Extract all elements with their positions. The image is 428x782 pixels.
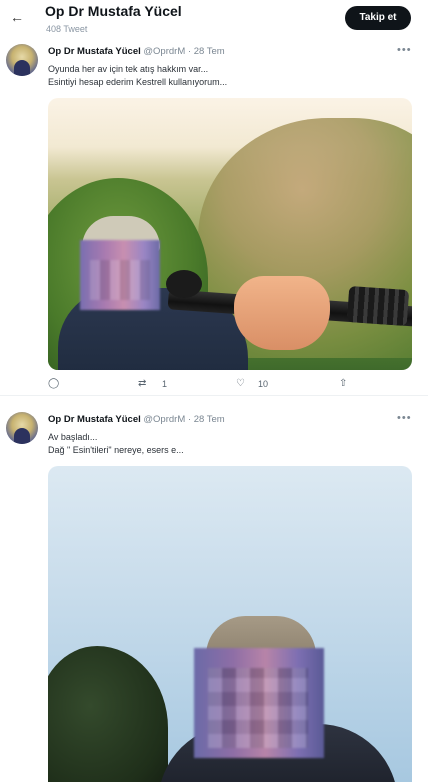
tweet-text-line: Oyunda her av için tek atış hakkım var..… (48, 64, 209, 74)
avatar[interactable] (6, 412, 38, 444)
pixelated-face (194, 648, 324, 758)
tweet-meta: Op Dr Mustafa Yücel @OprdrM · 28 Tem (48, 46, 225, 57)
profile-header: ← Op Dr Mustafa Yücel 408 Tweet Takip et (0, 0, 428, 42)
arrow-left-icon[interactable]: ← (8, 8, 26, 26)
avatar[interactable] (6, 44, 38, 76)
photo-hand (234, 276, 330, 350)
more-horizontal-icon[interactable]: ••• (397, 44, 412, 56)
photo-rifle-muzzle (346, 285, 410, 327)
tweet-date[interactable]: 28 Tem (194, 414, 225, 425)
tweet[interactable]: Op Dr Mustafa Yücel @OprdrM · 28 Tem •••… (0, 38, 428, 396)
follow-button[interactable]: Takip et (345, 6, 411, 30)
author-handle: @OprdrM (143, 414, 186, 425)
separator-dot: · (187, 414, 192, 425)
author-name[interactable]: Op Dr Mustafa Yücel (48, 46, 141, 57)
photo-scope (166, 270, 202, 298)
tweet-text: Av başladı... Dağ " Esin'tileri" nereye,… (48, 431, 184, 457)
tweet-meta: Op Dr Mustafa Yücel @OprdrM · 28 Tem (48, 414, 225, 425)
heart-icon[interactable]: ♡ (236, 378, 245, 389)
tweet[interactable]: Op Dr Mustafa Yücel @OprdrM · 28 Tem •••… (0, 402, 428, 782)
author-handle: @OprdrM (143, 46, 186, 57)
tweet-text-line: Dağ " Esin'tileri" nereye, esers e... (48, 445, 184, 455)
profile-name: Op Dr Mustafa Yücel (45, 3, 182, 19)
tweet-text-line: Esintiyi hesap ederim Kestrell kullanıyo… (48, 77, 228, 87)
retweet-icon[interactable]: ⇄ (138, 378, 146, 389)
tweet-count: 408 Tweet (46, 24, 88, 34)
tweet-actions: ◯ ⇄ 1 ♡ 10 ⇧ (0, 378, 428, 394)
tweet-photo[interactable] (48, 98, 412, 370)
author-name[interactable]: Op Dr Mustafa Yücel (48, 414, 141, 425)
like-count: 10 (258, 379, 269, 389)
retweet-count: 1 (162, 379, 168, 389)
tweet-text: Oyunda her av için tek atış hakkım var..… (48, 63, 227, 89)
tweet-text-line: Av başladı... (48, 432, 98, 442)
pixelated-face (80, 240, 160, 310)
share-icon[interactable]: ⇧ (339, 378, 347, 389)
more-horizontal-icon[interactable]: ••• (397, 412, 412, 424)
separator-dot: · (187, 46, 192, 57)
tweet-photo[interactable] (48, 466, 412, 782)
tweet-date[interactable]: 28 Tem (194, 46, 225, 57)
reply-icon[interactable]: ◯ (48, 378, 59, 389)
